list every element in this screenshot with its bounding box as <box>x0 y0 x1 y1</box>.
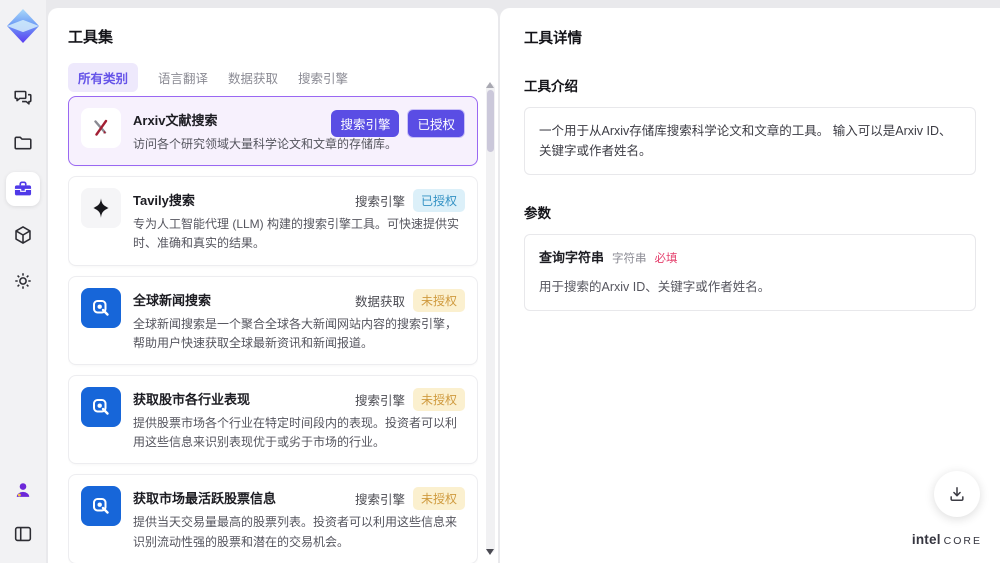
sparkle-icon <box>93 198 109 218</box>
tool-category-badge: 搜索引擎 <box>354 493 405 508</box>
list-scrollbar[interactable] <box>486 82 495 555</box>
param-required-badge: 必填 <box>654 253 678 265</box>
sidebar-item-chat[interactable] <box>6 80 40 114</box>
arxiv-icon <box>94 119 108 136</box>
avatar-icon <box>16 483 30 497</box>
brand-core: CORE <box>943 535 982 547</box>
tool-card[interactable]: Arxiv文献搜索 访问各个研究领域大量科学论文和文章的存储库。 搜索引擎 已授… <box>68 96 478 167</box>
tool-card[interactable]: 获取市场最活跃股票信息 提供当天交易量最高的股票列表。投资者可以利用这些信息来识… <box>68 474 478 563</box>
tool-status-badge: 未授权 <box>412 387 465 411</box>
tool-name: 获取股市各行业表现 <box>133 391 251 407</box>
download-icon <box>950 487 964 501</box>
sidebar-item-account[interactable] <box>6 473 40 507</box>
details-title: 工具详情 <box>524 31 582 47</box>
category-tab[interactable]: 所有类别 <box>68 63 139 92</box>
tool-category-badge: 搜索引擎 <box>331 110 400 137</box>
param-description: 用于搜索的Arxiv ID、关键字或作者姓名。 <box>539 279 771 294</box>
tool-category-badge: 搜索引擎 <box>354 195 405 210</box>
tool-description: 全球新闻搜索是一个聚合全球各大新闻网站内容的搜索引擎，帮助用户快速获取全球最新资… <box>133 316 458 350</box>
scrollbar-thumb[interactable] <box>487 90 494 152</box>
category-tab[interactable]: 搜索引擎 <box>298 63 348 92</box>
category-tabs: 所有类别 语言翻译 数据获取 搜索引擎 <box>68 63 498 92</box>
download-button[interactable] <box>934 471 980 517</box>
param-name: 查询字符串 <box>539 250 605 265</box>
news-search-icon <box>93 498 109 515</box>
tool-card[interactable]: 获取股市各行业表现 提供股票市场各个行业在特定时间段内的表现。投资者可以利用这些… <box>68 374 478 465</box>
tool-name: 全球新闻搜索 <box>133 292 212 308</box>
tool-description: 提供当天交易量最高的股票列表。投资者可以利用这些信息来识别流动性强的股票和潜在的… <box>133 515 458 549</box>
tool-card[interactable]: Tavily搜索 专为人工智能代理 (LLM) 构建的搜索引擎工具。可快速提供实… <box>68 176 478 266</box>
tool-name: Tavily搜索 <box>133 193 195 209</box>
tool-icon <box>81 188 121 229</box>
param-box: 查询字符串 字符串 必填 用于搜索的Arxiv ID、关键字或作者姓名。 <box>524 234 976 311</box>
tool-category-badge: 数据获取 <box>354 294 405 309</box>
tool-status-badge: 已授权 <box>412 189 465 213</box>
sidebar-item-panel-toggle[interactable] <box>6 517 40 551</box>
intro-text-box: 一个用于从Arxiv存储库搜索科学论文和文章的工具。 输入可以是Arxiv ID… <box>524 107 976 175</box>
sidebar-item-packages[interactable] <box>6 218 40 252</box>
page-title: 工具集 <box>68 29 114 46</box>
scrollbar-down-arrow-icon[interactable] <box>486 549 494 555</box>
tool-icon <box>81 108 121 148</box>
tool-name: 获取市场最活跃股票信息 <box>133 491 277 507</box>
sidebar-item-tools[interactable] <box>6 172 40 206</box>
intro-heading: 工具介绍 <box>524 79 578 94</box>
tool-card[interactable]: 全球新闻搜索 全球新闻搜索是一个聚合全球各大新闻网站内容的搜索引擎，帮助用户快速… <box>68 275 478 365</box>
folder-icon <box>14 136 32 150</box>
app-sidebar <box>0 0 46 563</box>
tool-list-panel: 工具集 所有类别 语言翻译 数据获取 搜索引擎 Arxiv文献搜索 访问各个研究领域大… <box>48 8 498 563</box>
cube-icon <box>15 226 31 244</box>
scrollbar-up-arrow-icon[interactable] <box>486 82 494 88</box>
sidebar-item-files[interactable] <box>6 126 40 160</box>
tool-list: Arxiv文献搜索 访问各个研究领域大量科学论文和文章的存储库。 搜索引擎 已授… <box>68 96 478 563</box>
tool-status-badge: 已授权 <box>407 109 465 138</box>
toolbox-icon <box>14 181 32 196</box>
app-logo <box>7 9 39 43</box>
tool-category-badge: 搜索引擎 <box>354 393 405 408</box>
tool-icon <box>81 486 121 527</box>
search-icon <box>93 398 109 415</box>
brand-intel: intel <box>911 532 941 547</box>
tool-icon <box>81 287 121 328</box>
tool-status-badge: 未授权 <box>412 487 465 511</box>
params-heading: 参数 <box>524 206 551 221</box>
param-type: 字符串 <box>612 253 647 265</box>
panel-toggle-icon <box>14 526 32 542</box>
tool-description: 提供股票市场各个行业在特定时间段内的表现。投资者可以利用这些信息来识别表现优于或… <box>133 415 458 450</box>
chat-icon <box>14 90 32 105</box>
category-tab[interactable]: 数据获取 <box>228 63 278 92</box>
intel-core-logo: intel CORE <box>912 531 982 549</box>
category-tab[interactable]: 语言翻译 <box>158 63 208 92</box>
tool-status-badge: 未授权 <box>412 288 465 312</box>
search-icon <box>93 299 109 316</box>
gear-icon <box>15 273 31 289</box>
sidebar-item-settings[interactable] <box>6 264 40 298</box>
tool-details-panel: 工具详情 工具介绍 一个用于从Arxiv存储库搜索科学论文和文章的工具。 输入可… <box>500 8 1000 563</box>
tool-description: 专为人工智能代理 (LLM) 构建的搜索引擎工具。可快速提供实时、准确和真实的结… <box>133 217 460 251</box>
tool-icon <box>81 386 121 427</box>
tool-name: Arxiv文献搜索 <box>133 113 218 128</box>
intro-text: 一个用于从Arxiv存储库搜索科学论文和文章的工具。 输入可以是Arxiv ID… <box>539 124 952 158</box>
